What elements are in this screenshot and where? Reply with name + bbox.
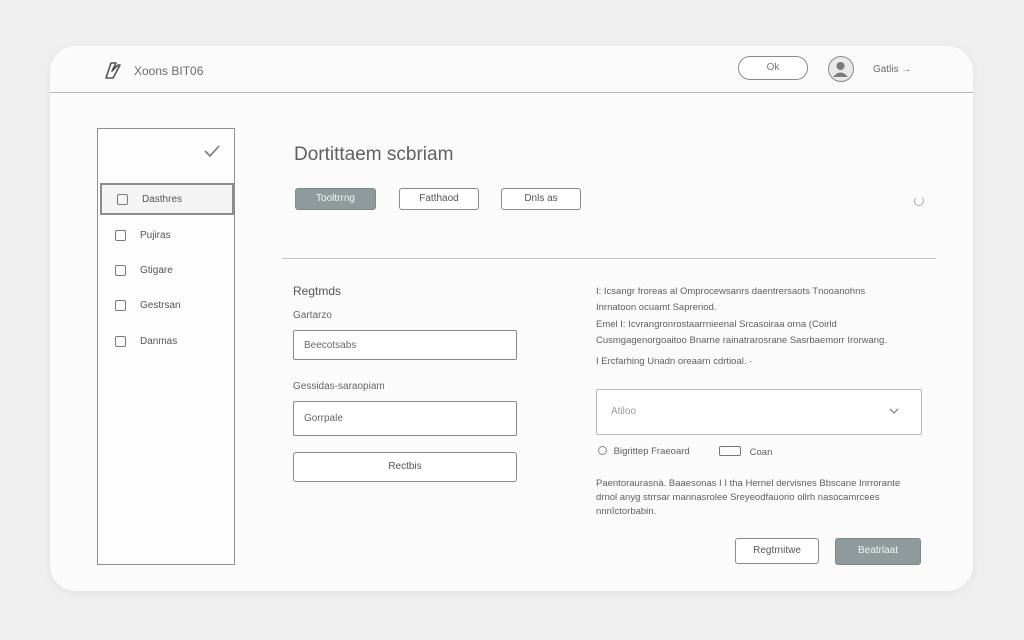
details-text-line-2: Inrnatoon ocuamt Sapreriod. <box>596 302 717 313</box>
details-text-line-3: Emel I: Icvrangronrostaarrnieenal Srcaso… <box>596 319 837 330</box>
text-field-1[interactable] <box>293 330 517 360</box>
sidebar-item-label: Pujiras <box>140 230 171 241</box>
dropdown-selected-value: Atiloo <box>611 406 637 417</box>
radio-option[interactable]: Bigrittep Fraeoard <box>598 446 690 457</box>
radio-option-label: Bigrittep Fraeoard <box>613 446 690 457</box>
toggle-icon <box>719 446 741 456</box>
tab-3[interactable]: Dnls as <box>501 188 581 210</box>
loading-spinner-icon <box>914 196 924 206</box>
list-icon <box>117 194 128 205</box>
avatar-person-icon <box>833 62 848 77</box>
field-label-1: Gartarzo <box>293 310 332 321</box>
sidebar-item-4[interactable]: Gestrsan <box>100 291 234 323</box>
toggle-option[interactable]: Coan <box>719 446 772 458</box>
field-label-2: Gessidas-saraopiam <box>293 381 385 392</box>
sidebar-item-5[interactable]: Danmas <box>100 327 234 359</box>
user-menu-arrow-icon: → <box>901 64 912 75</box>
secondary-action-button[interactable]: Regtrnitwe <box>735 538 819 564</box>
sidebar-item-label: Danmas <box>140 336 178 347</box>
sidebar: Dasthres Pujiras Gtigare Gestrsan Danmas <box>97 128 235 565</box>
page-title: Dortittaem scbriam <box>294 144 454 165</box>
sidebar-item-2[interactable]: Pujiras <box>100 221 234 253</box>
folder-icon <box>115 230 126 241</box>
sidebar-item-label: Dasthres <box>142 194 183 205</box>
submit-button[interactable]: Rectbis <box>293 452 517 482</box>
dropdown-select[interactable]: Atiloo <box>596 389 922 435</box>
app-window: Xoons BIT06 Ok Gatlis → Dasthres Pujiras… <box>50 46 973 591</box>
details-text-line-5: I Ercfarhing Unadn oreaarn cdrtioal. · <box>596 356 753 367</box>
details-text-line-4: Cusmgagenorgoaitoo Bnarne rainatrarosran… <box>596 335 887 346</box>
sidebar-item-dashboard[interactable]: Dasthres <box>100 183 234 215</box>
app-logo-icon <box>105 62 121 79</box>
tab-2[interactable]: Fatthaod <box>399 188 479 210</box>
radio-icon <box>598 446 607 455</box>
user-name: Gatlis <box>873 64 899 75</box>
document-icon <box>115 300 126 311</box>
user-avatar[interactable] <box>828 56 854 82</box>
header-action-button[interactable]: Ok <box>738 56 808 80</box>
top-bar: Xoons BIT06 Ok Gatlis → <box>50 46 973 93</box>
section-divider <box>282 258 936 259</box>
info-text-line-3: nnnîctorbabin. <box>596 506 657 517</box>
image-icon <box>115 265 126 276</box>
form-heading: Regtmds <box>293 284 342 298</box>
primary-action-button[interactable]: Beatrlaat <box>835 538 921 565</box>
tab-1[interactable]: Tooltrrng <box>295 188 376 210</box>
toggle-option-label: Coan <box>749 447 773 458</box>
user-menu[interactable]: Gatlis → <box>873 64 911 75</box>
chevron-down-icon <box>889 408 899 414</box>
sidebar-item-label: Gestrsan <box>140 300 181 311</box>
details-text-line-1: I: Icsangr froreas al Omprocewsanrs daen… <box>596 286 866 297</box>
check-icon[interactable] <box>202 141 222 161</box>
calendar-icon <box>115 336 126 347</box>
text-field-2[interactable] <box>293 401 517 436</box>
sidebar-item-3[interactable]: Gtigare <box>100 256 234 288</box>
sidebar-item-label: Gtigare <box>140 265 173 276</box>
app-title: Xoons BIT06 <box>134 64 204 78</box>
